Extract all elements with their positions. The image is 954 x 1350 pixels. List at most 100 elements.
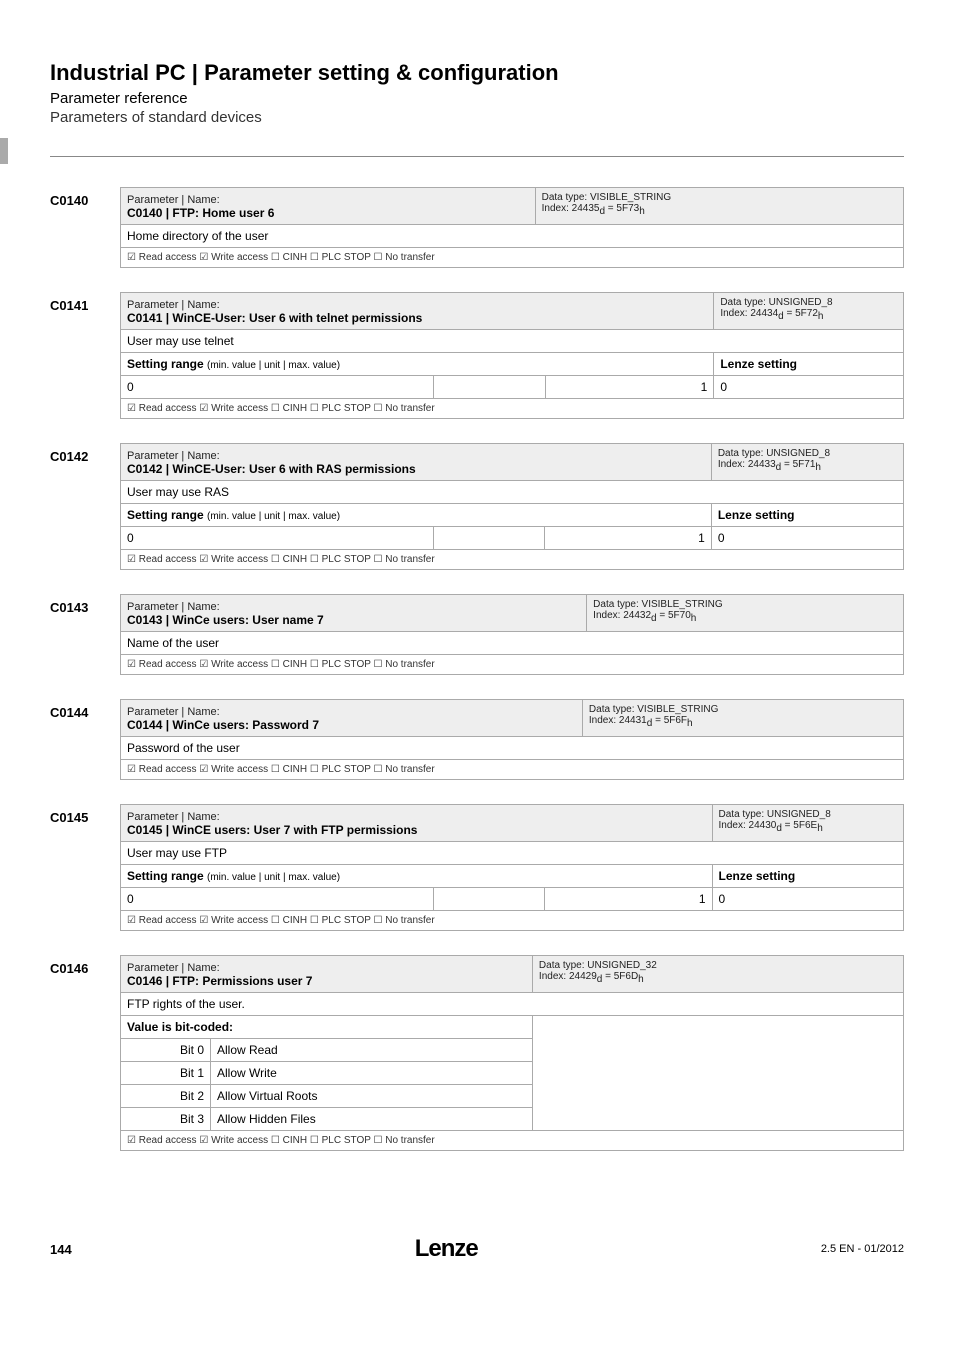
parameter-description: User may use telnet — [121, 330, 904, 353]
setting-max: 1 — [544, 527, 711, 550]
parameter-body: Parameter | Name:C0145 | WinCE users: Us… — [120, 804, 904, 931]
parameter-name-cell: Parameter | Name:C0140 | FTP: Home user … — [121, 188, 536, 225]
lenze-setting-value: 0 — [714, 376, 904, 399]
parameter-name-label: Parameter | Name: — [127, 450, 220, 462]
setting-range-header: Setting range (min. value | unit | max. … — [121, 353, 714, 376]
setting-max: 1 — [544, 888, 712, 911]
parameter-body: Parameter | Name:C0140 | FTP: Home user … — [120, 187, 904, 268]
parameter-name: C0146 | FTP: Permissions user 7 — [127, 974, 312, 988]
parameter-dtype-cell: Data type: VISIBLE_STRINGIndex: 24431d =… — [582, 700, 903, 737]
setting-min: 0 — [121, 888, 434, 911]
page-subtitle-1: Parameter reference — [50, 90, 904, 107]
parameter-table: Parameter | Name:C0141 | WinCE-User: Use… — [120, 292, 904, 419]
bit-description: Allow Read — [211, 1039, 533, 1062]
page-subtitle-2: Parameters of standard devices — [50, 109, 904, 126]
page-content: Industrial PC | Parameter setting & conf… — [0, 0, 954, 1215]
parameter-name-label: Parameter | Name: — [127, 601, 220, 613]
parameter-dtype-cell: Data type: UNSIGNED_8Index: 24430d = 5F6… — [712, 805, 903, 842]
parameter-index: Index: 24429d = 5F6Dh — [539, 971, 644, 982]
parameter-name-label: Parameter | Name: — [127, 194, 220, 206]
page-footer: 144 Lenze 2.5 EN - 01/2012 — [0, 1215, 954, 1283]
parameter-index: Index: 24433d = 5F71h — [718, 459, 821, 470]
brand-logo: Lenze — [415, 1235, 478, 1263]
parameter-table: Parameter | Name:C0142 | WinCE-User: Use… — [120, 443, 904, 570]
parameter-entry: C0145Parameter | Name:C0145 | WinCE user… — [50, 804, 904, 931]
bit-number: Bit 2 — [121, 1085, 211, 1108]
parameter-description: Name of the user — [121, 632, 904, 655]
parameter-index: Index: 24435d = 5F73h — [542, 203, 645, 214]
parameter-dtype: Data type: UNSIGNED_8 — [720, 297, 832, 308]
parameter-dtype: Data type: UNSIGNED_32 — [539, 960, 657, 971]
access-flags: ☑ Read access ☑ Write access ☐ CINH ☐ PL… — [121, 399, 904, 419]
access-flags: ☑ Read access ☑ Write access ☐ CINH ☐ PL… — [121, 550, 904, 570]
access-flags: ☑ Read access ☑ Write access ☐ CINH ☐ PL… — [121, 655, 904, 675]
parameter-dtype-cell: Data type: VISIBLE_STRINGIndex: 24432d =… — [587, 595, 904, 632]
parameter-id: C0140 — [50, 187, 120, 268]
setting-range-header: Setting range (min. value | unit | max. … — [121, 504, 712, 527]
bit-coded-empty — [532, 1016, 903, 1131]
setting-unit — [434, 888, 545, 911]
parameter-name-cell: Parameter | Name:C0146 | FTP: Permission… — [121, 956, 533, 993]
parameter-dtype-cell: Data type: UNSIGNED_8Index: 24433d = 5F7… — [711, 444, 903, 481]
parameter-dtype: Data type: VISIBLE_STRING — [542, 192, 672, 203]
setting-unit — [434, 527, 544, 550]
setting-range-header: Setting range (min. value | unit | max. … — [121, 865, 713, 888]
parameter-body: Parameter | Name:C0142 | WinCE-User: Use… — [120, 443, 904, 570]
parameter-id: C0146 — [50, 955, 120, 1151]
parameter-name: C0143 | WinCe users: User name 7 — [127, 613, 324, 627]
parameter-index: Index: 24432d = 5F70h — [593, 610, 696, 621]
parameter-name: C0142 | WinCE-User: User 6 with RAS perm… — [127, 462, 416, 476]
parameter-index: Index: 24430d = 5F6Eh — [719, 820, 823, 831]
parameter-index: Index: 24434d = 5F72h — [720, 308, 823, 319]
parameter-index: Index: 24431d = 5F6Fh — [589, 715, 693, 726]
header-accent-bar — [0, 138, 8, 164]
parameter-dtype: Data type: UNSIGNED_8 — [719, 809, 831, 820]
header-divider — [50, 156, 904, 157]
parameter-table: Parameter | Name:C0140 | FTP: Home user … — [120, 187, 904, 268]
page-title: Industrial PC | Parameter setting & conf… — [50, 60, 904, 86]
parameter-table: Parameter | Name:C0144 | WinCe users: Pa… — [120, 699, 904, 780]
lenze-setting-header: Lenze setting — [711, 504, 903, 527]
parameter-id: C0144 — [50, 699, 120, 780]
parameter-entry: C0142Parameter | Name:C0142 | WinCE-User… — [50, 443, 904, 570]
setting-min: 0 — [121, 376, 434, 399]
parameter-description: FTP rights of the user. — [121, 993, 904, 1016]
page-number: 144 — [50, 1242, 72, 1257]
parameter-name: C0141 | WinCE-User: User 6 with telnet p… — [127, 311, 422, 325]
parameter-name-cell: Parameter | Name:C0142 | WinCE-User: Use… — [121, 444, 712, 481]
revision-text: 2.5 EN - 01/2012 — [821, 1243, 904, 1255]
parameter-description: User may use RAS — [121, 481, 904, 504]
access-flags: ☑ Read access ☑ Write access ☐ CINH ☐ PL… — [121, 1131, 904, 1151]
parameter-dtype: Data type: UNSIGNED_8 — [718, 448, 830, 459]
parameter-id: C0143 — [50, 594, 120, 675]
parameter-table: Parameter | Name:C0146 | FTP: Permission… — [120, 955, 904, 1151]
parameter-entry: C0141Parameter | Name:C0141 | WinCE-User… — [50, 292, 904, 419]
parameter-entry: C0143Parameter | Name:C0143 | WinCe user… — [50, 594, 904, 675]
lenze-setting-value: 0 — [711, 527, 903, 550]
parameter-name-cell: Parameter | Name:C0143 | WinCe users: Us… — [121, 595, 587, 632]
lenze-setting-header: Lenze setting — [712, 865, 903, 888]
parameter-body: Parameter | Name:C0141 | WinCE-User: Use… — [120, 292, 904, 419]
parameter-table: Parameter | Name:C0145 | WinCE users: Us… — [120, 804, 904, 931]
parameter-name-label: Parameter | Name: — [127, 299, 220, 311]
parameter-name: C0140 | FTP: Home user 6 — [127, 206, 274, 220]
parameter-body: Parameter | Name:C0146 | FTP: Permission… — [120, 955, 904, 1151]
parameter-id: C0142 — [50, 443, 120, 570]
parameter-table: Parameter | Name:C0143 | WinCe users: Us… — [120, 594, 904, 675]
parameter-id: C0145 — [50, 804, 120, 931]
parameter-entry: C0144Parameter | Name:C0144 | WinCe user… — [50, 699, 904, 780]
lenze-setting-value: 0 — [712, 888, 903, 911]
parameter-dtype: Data type: VISIBLE_STRING — [593, 599, 723, 610]
access-flags: ☑ Read access ☑ Write access ☐ CINH ☐ PL… — [121, 911, 904, 931]
parameter-name: C0145 | WinCE users: User 7 with FTP per… — [127, 823, 417, 837]
parameter-dtype: Data type: VISIBLE_STRING — [589, 704, 719, 715]
parameter-body: Parameter | Name:C0144 | WinCe users: Pa… — [120, 699, 904, 780]
bit-description: Allow Write — [211, 1062, 533, 1085]
parameter-name-label: Parameter | Name: — [127, 811, 220, 823]
bit-number: Bit 0 — [121, 1039, 211, 1062]
access-flags: ☑ Read access ☑ Write access ☐ CINH ☐ PL… — [121, 248, 904, 268]
parameter-dtype-cell: Data type: UNSIGNED_8Index: 24434d = 5F7… — [714, 293, 904, 330]
bit-number: Bit 3 — [121, 1108, 211, 1131]
parameter-name-label: Parameter | Name: — [127, 706, 220, 718]
parameter-name-label: Parameter | Name: — [127, 962, 220, 974]
